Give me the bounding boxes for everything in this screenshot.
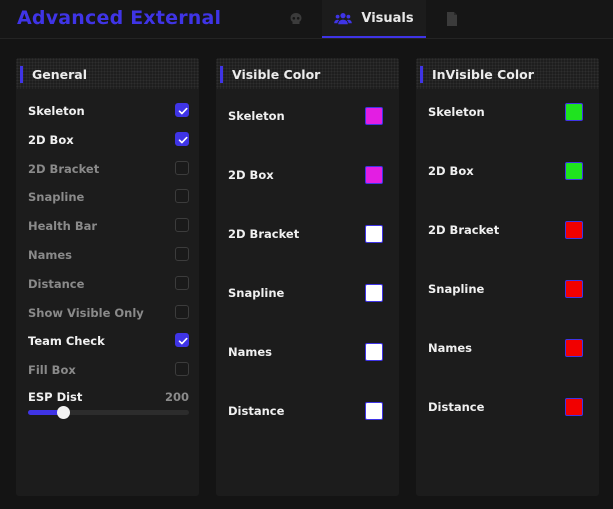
show-visible-only-checkbox[interactable] <box>175 304 189 319</box>
visible-color-panel-header: Visible Color <box>216 58 399 89</box>
color-row-label: Snapline <box>428 282 485 296</box>
general-row-2d-bracket[interactable]: 2D Bracket <box>16 160 199 179</box>
health-bar-checkbox[interactable] <box>175 218 189 233</box>
esp-dist-value: 200 <box>164 390 189 404</box>
check-icon <box>178 338 188 345</box>
general-row-fill-box[interactable]: Fill Box <box>16 362 199 380</box>
skeleton-color-swatch[interactable] <box>365 107 383 125</box>
distance-checkbox[interactable] <box>175 275 189 290</box>
names-color-swatch[interactable] <box>365 343 383 361</box>
skeleton-color-swatch[interactable] <box>565 103 583 121</box>
color-row-label: 2D Box <box>228 168 274 182</box>
esp-dist-slider-thumb[interactable] <box>57 406 71 419</box>
color-row-label: 2D Bracket <box>228 227 300 241</box>
color-row-label: 2D Bracket <box>428 223 500 237</box>
invisible-color-row-2d-box: 2D Box <box>416 162 599 181</box>
general-row-label: 2D Box <box>28 132 74 147</box>
invisible-color-row-names: Names <box>416 339 599 358</box>
visible-color-row-snapline: Snapline <box>216 284 399 303</box>
color-row-label: Names <box>228 345 273 359</box>
color-row-label: Distance <box>228 404 285 418</box>
tab-visuals-label: Visuals <box>361 10 414 26</box>
2d-bracket-color-swatch[interactable] <box>565 221 583 239</box>
app-title: Advanced External <box>17 7 222 29</box>
visible-color-row-skeleton: Skeleton <box>216 107 399 126</box>
general-row-snapline[interactable]: Snapline <box>16 189 199 207</box>
general-panel-title: General <box>32 67 87 82</box>
invisible-color-panel: InVisible Color Skeleton 2D Box 2D Bracket… <box>416 58 599 496</box>
visible-color-panel: Visible Color Skeleton 2D Box 2D Bracket Sn… <box>216 58 399 496</box>
2d-bracket-color-swatch[interactable] <box>365 225 383 243</box>
general-panel: General Skeleton 2D Box 2D Bracket Snapline… <box>16 58 199 496</box>
skeleton-checkbox[interactable] <box>175 103 189 117</box>
visible-color-row-names: Names <box>216 343 399 362</box>
general-panel-header: General <box>16 58 199 89</box>
invisible-color-row-snapline: Snapline <box>416 280 599 299</box>
visible-color-row-2d-box: 2D Box <box>216 166 399 185</box>
snapline-color-swatch[interactable] <box>365 284 383 302</box>
top-bar: Advanced External Visuals <box>0 0 613 39</box>
header-accent <box>420 66 423 83</box>
tab-misc[interactable] <box>432 0 472 38</box>
2d-bracket-checkbox[interactable] <box>175 160 189 175</box>
general-row-label: Snapline <box>28 190 85 205</box>
2d-box-color-swatch[interactable] <box>565 162 583 180</box>
check-icon <box>178 107 188 115</box>
general-row-2d-box[interactable]: 2D Box <box>16 131 199 150</box>
users-icon <box>334 12 353 24</box>
esp-dist-label: ESP Dist <box>28 390 83 404</box>
2d-box-color-swatch[interactable] <box>365 166 383 184</box>
names-checkbox[interactable] <box>175 247 189 261</box>
general-row-label: Show Visible Only <box>28 305 144 320</box>
general-row-label: 2D Bracket <box>28 161 100 176</box>
color-row-label: Distance <box>428 400 485 414</box>
general-row-label: Fill Box <box>28 363 76 378</box>
general-row-show-visible-only[interactable]: Show Visible Only <box>16 304 199 323</box>
general-row-skeleton[interactable]: Skeleton <box>16 103 199 121</box>
visible-color-row-distance: Distance <box>216 402 399 421</box>
invisible-color-row-distance: Distance <box>416 398 599 417</box>
general-row-label: Distance <box>28 276 85 291</box>
invisible-color-panel-header: InVisible Color <box>416 58 599 89</box>
general-row-label: Health Bar <box>28 219 98 234</box>
team-check-checkbox[interactable] <box>175 333 189 348</box>
header-accent <box>20 66 23 83</box>
invisible-color-panel-title: InVisible Color <box>432 67 534 82</box>
general-row-label: Names <box>28 248 73 262</box>
header-accent <box>220 66 223 83</box>
color-row-label: Skeleton <box>228 109 285 123</box>
color-row-label: Names <box>428 341 473 355</box>
tab-aimbot[interactable] <box>276 0 316 38</box>
general-row-distance[interactable]: Distance <box>16 275 199 294</box>
check-icon <box>178 136 188 144</box>
visible-color-panel-title: Visible Color <box>232 67 321 82</box>
general-row-team-check[interactable]: Team Check <box>16 333 199 351</box>
invisible-color-row-2d-bracket: 2D Bracket <box>416 221 599 240</box>
general-row-label: Skeleton <box>28 104 85 118</box>
color-row-label: Snapline <box>228 286 285 300</box>
general-row-names[interactable]: Names <box>16 247 199 265</box>
color-row-label: 2D Box <box>428 164 474 178</box>
2d-box-checkbox[interactable] <box>175 131 189 146</box>
invisible-color-row-skeleton: Skeleton <box>416 103 599 122</box>
document-icon <box>447 12 457 26</box>
skull-icon <box>290 13 302 24</box>
distance-color-swatch[interactable] <box>365 402 383 420</box>
snapline-checkbox[interactable] <box>175 189 189 204</box>
snapline-color-swatch[interactable] <box>565 280 583 298</box>
general-row-health-bar[interactable]: Health Bar <box>16 218 199 236</box>
tab-visuals[interactable]: Visuals <box>322 0 426 38</box>
names-color-swatch[interactable] <box>565 339 583 357</box>
distance-color-swatch[interactable] <box>565 398 583 416</box>
color-row-label: Skeleton <box>428 105 485 119</box>
general-row-label: Team Check <box>28 334 105 349</box>
fill-box-checkbox[interactable] <box>175 362 189 377</box>
esp-dist-slider[interactable] <box>28 406 189 419</box>
visible-color-row-2d-bracket: 2D Bracket <box>216 225 399 244</box>
